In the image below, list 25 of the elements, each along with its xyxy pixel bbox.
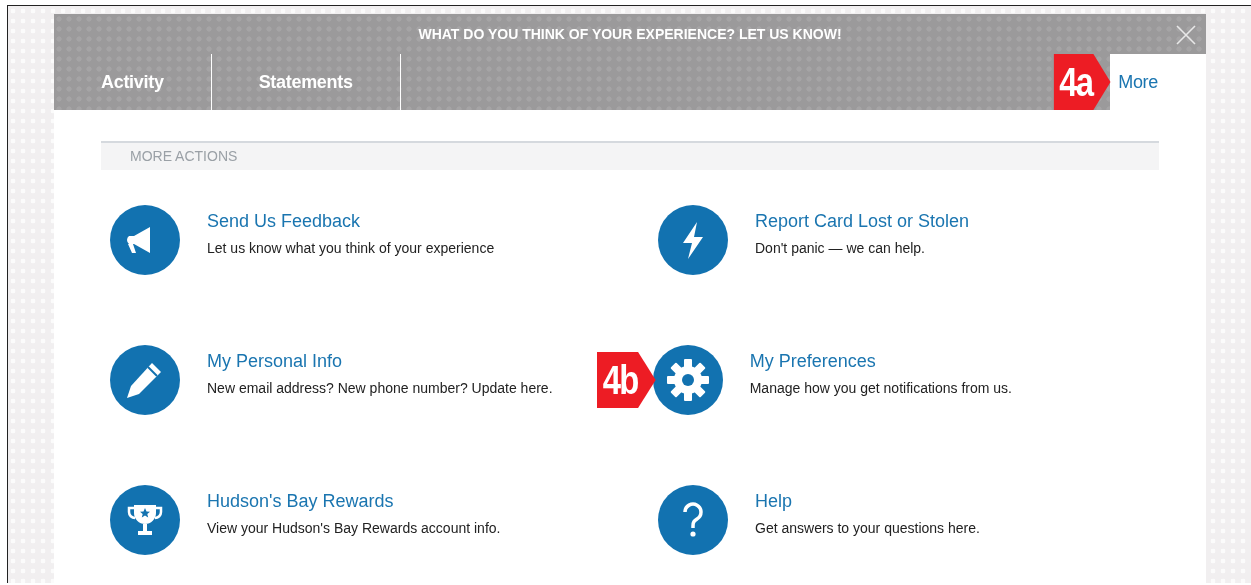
action-link[interactable]: My Preferences (749, 348, 1012, 375)
action-link[interactable]: My Personal Info (207, 348, 553, 375)
lightning-bolt-icon[interactable] (658, 205, 728, 275)
callout-badge: 4b (596, 352, 656, 408)
action-description: Get answers to your questions here. (755, 519, 980, 538)
action-description: Manage how you get notifications from us. (749, 379, 1012, 398)
action-description: Don't panic — we can help. (755, 239, 926, 258)
tab[interactable]: More (1110, 54, 1206, 110)
action-link[interactable]: Report Card Lost or Stolen (755, 208, 970, 235)
section-title: MORE ACTIONS (129, 148, 238, 164)
tab[interactable]: Statements (211, 54, 401, 110)
action-description: New email address? New phone number? Update here. (207, 379, 553, 398)
action-link[interactable]: Help (755, 488, 980, 515)
action-description: View your Hudson's Bay Rewards account info. (207, 519, 501, 538)
gear-icon[interactable] (652, 345, 723, 415)
tab[interactable]: Activity (54, 54, 212, 110)
trophy-icon[interactable] (110, 485, 180, 555)
megaphone-icon[interactable] (110, 205, 180, 275)
callout-badge: 4a (1053, 54, 1111, 110)
action-link[interactable]: Send Us Feedback (207, 208, 495, 235)
action-link[interactable]: Hudson's Bay Rewards (207, 488, 501, 515)
pencil-icon[interactable] (110, 345, 180, 415)
help-icon[interactable] (658, 485, 728, 555)
banner-text: WHAT DO YOU THINK OF YOUR EXPERIENCE? LET US KNOW! (417, 26, 842, 42)
action-description: Let us know what you think of your experience (207, 239, 495, 258)
